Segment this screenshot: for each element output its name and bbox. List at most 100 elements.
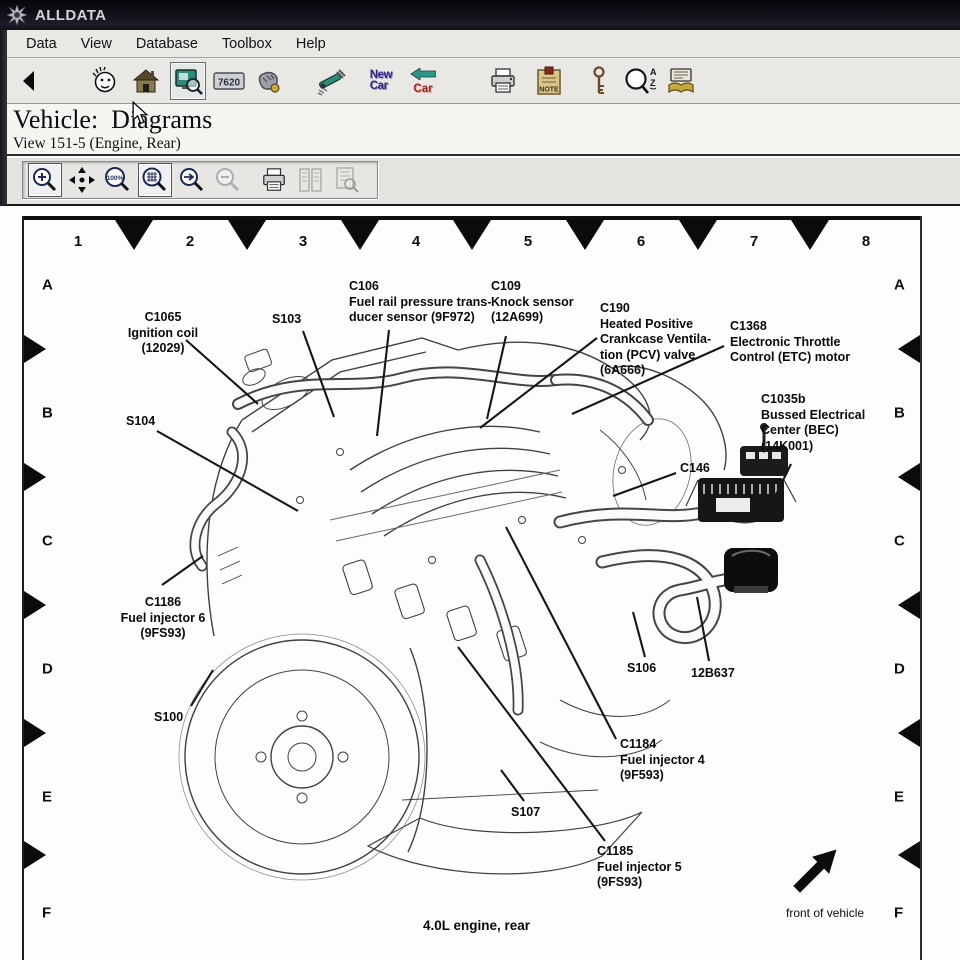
grid-marker-right	[24, 841, 46, 869]
grid-marker-left	[898, 719, 920, 747]
diagram-caption: 4.0L engine, rear	[423, 918, 530, 933]
grid-marker-down	[341, 220, 379, 250]
grid-marker-right	[24, 591, 46, 619]
print-icon[interactable]	[486, 63, 520, 99]
front-of-vehicle-label: front of vehicle	[786, 906, 864, 920]
callout-c1184: C1184Fuel injector 4(9F593)	[620, 737, 705, 784]
search-az-icon[interactable]: A Z	[624, 63, 658, 99]
grid-column-6: 6	[637, 233, 645, 250]
svg-text:A: A	[650, 67, 657, 77]
grid-row-right-E: E	[894, 789, 904, 806]
grid-row-right-F: F	[894, 905, 903, 922]
text-search-icon	[330, 164, 362, 196]
svg-text:100%: 100%	[107, 175, 124, 182]
menu-item-help[interactable]: Help	[284, 33, 338, 55]
print-diagram-icon[interactable]	[258, 164, 290, 196]
callout-c1368: C1368Electronic ThrottleControl (ETC) mo…	[730, 319, 850, 366]
grid-marker-left	[898, 335, 920, 363]
grid-row-left-F: F	[42, 905, 51, 922]
grid-column-7: 7	[750, 233, 758, 250]
view-toolbar-strip: 100%	[22, 161, 378, 199]
callout-s106: S106	[627, 661, 656, 677]
callout-c1186: C1186Fuel injector 6(9FS93)	[121, 595, 206, 642]
callout-c190: C190Heated PositiveCrankcase Ventila-tio…	[600, 301, 711, 379]
back-icon[interactable]	[12, 63, 46, 99]
diagram-list-icon	[294, 164, 326, 196]
menu-item-toolbox[interactable]: Toolbox	[210, 33, 284, 55]
callout-c1035b: C1035bBussed ElectricalCenter (BEC)(14K0…	[761, 392, 865, 454]
estimator-icon[interactable]: 7620	[212, 63, 246, 99]
grid-column-4: 4	[412, 233, 420, 250]
grid-row-left-E: E	[42, 789, 52, 806]
grid-column-5: 5	[524, 233, 532, 250]
grid-row-right-D: D	[894, 661, 905, 678]
home-icon[interactable]	[129, 63, 163, 99]
grid-row-left-D: D	[42, 661, 53, 678]
grid-row-left-C: C	[42, 533, 53, 550]
grid-row-right-A: A	[894, 277, 905, 294]
zoom-next-icon[interactable]	[176, 164, 208, 196]
grid-marker-down	[228, 220, 266, 250]
grid-column-2: 2	[186, 233, 194, 250]
grid-row-right-C: C	[894, 533, 905, 550]
grid-marker-left	[898, 841, 920, 869]
vehicle-search-icon[interactable]	[170, 62, 206, 100]
notes-icon[interactable]: NOTE	[532, 63, 566, 99]
grid-column-1: 1	[74, 233, 82, 250]
grid-marker-right	[24, 719, 46, 747]
grid-marker-left	[898, 591, 920, 619]
window-frame-edge	[0, 30, 7, 205]
page-title: Vehicle: Diagrams	[13, 105, 960, 135]
view-toolbar: 100%	[0, 158, 960, 206]
callout-c146: C146	[680, 461, 710, 477]
menu-item-data[interactable]: Data	[14, 33, 69, 55]
customer-icon[interactable]	[88, 63, 122, 99]
zoom-fit-icon[interactable]	[138, 163, 172, 197]
window-title: ALLDATA	[35, 7, 106, 24]
callout-c106: C106Fuel rail pressure trans-ducer senso…	[349, 279, 491, 326]
zoom-out-icon	[212, 164, 244, 196]
pan-icon[interactable]	[66, 164, 98, 196]
mouse-cursor	[131, 101, 149, 125]
grid-marker-left	[898, 463, 920, 491]
grid-marker-down	[453, 220, 491, 250]
svg-text:7620: 7620	[218, 77, 241, 88]
callout-p12b637: 12B637	[691, 666, 735, 682]
svg-text:NOTE: NOTE	[539, 86, 559, 93]
grid-marker-down	[679, 220, 717, 250]
zoom-100-icon[interactable]: 100%	[102, 164, 134, 196]
callout-s104: S104	[126, 414, 155, 430]
alldata-burst-icon	[7, 5, 27, 25]
callout-c1185: C1185Fuel injector 5(9FS93)	[597, 844, 682, 891]
grid-column-8: 8	[862, 233, 870, 250]
grid-marker-down	[566, 220, 604, 250]
grid-right-rule	[920, 216, 922, 960]
main-toolbar: 7620 New Car Car	[0, 58, 960, 104]
svg-text:Z: Z	[650, 78, 656, 88]
callout-s100: S100	[154, 710, 183, 726]
grid-marker-right	[24, 463, 46, 491]
callout-s107: S107	[511, 805, 540, 821]
new-car-icon[interactable]: New Car	[362, 63, 400, 99]
grid-column-3: 3	[299, 233, 307, 250]
page-subtitle: View 151-5 (Engine, Rear)	[13, 135, 960, 153]
menu-item-database[interactable]: Database	[124, 33, 210, 55]
key-icon[interactable]	[582, 63, 616, 99]
callout-c1065: C1065Ignition coil(12029)	[128, 310, 198, 357]
callout-c109: C109Knock sensor(12A699)	[491, 279, 574, 326]
menu-item-view[interactable]: View	[69, 33, 124, 55]
car-history-icon[interactable]: Car	[404, 63, 442, 99]
menu-bar: DataViewDatabaseToolboxHelp	[0, 30, 960, 58]
teal-arrow-icon	[410, 68, 436, 80]
grid-row-right-B: B	[894, 405, 905, 422]
repair-tools-icon[interactable]	[314, 63, 348, 99]
labor-guide-icon[interactable]	[252, 63, 286, 99]
title-bar: ALLDATA	[0, 0, 960, 30]
grid-marker-down	[115, 220, 153, 250]
grid-marker-right	[24, 335, 46, 363]
manuals-icon[interactable]	[664, 63, 698, 99]
zoom-in-icon[interactable]	[28, 163, 62, 197]
grid-row-left-A: A	[42, 277, 53, 294]
callout-s103: S103	[272, 312, 301, 328]
grid-row-left-B: B	[42, 405, 53, 422]
